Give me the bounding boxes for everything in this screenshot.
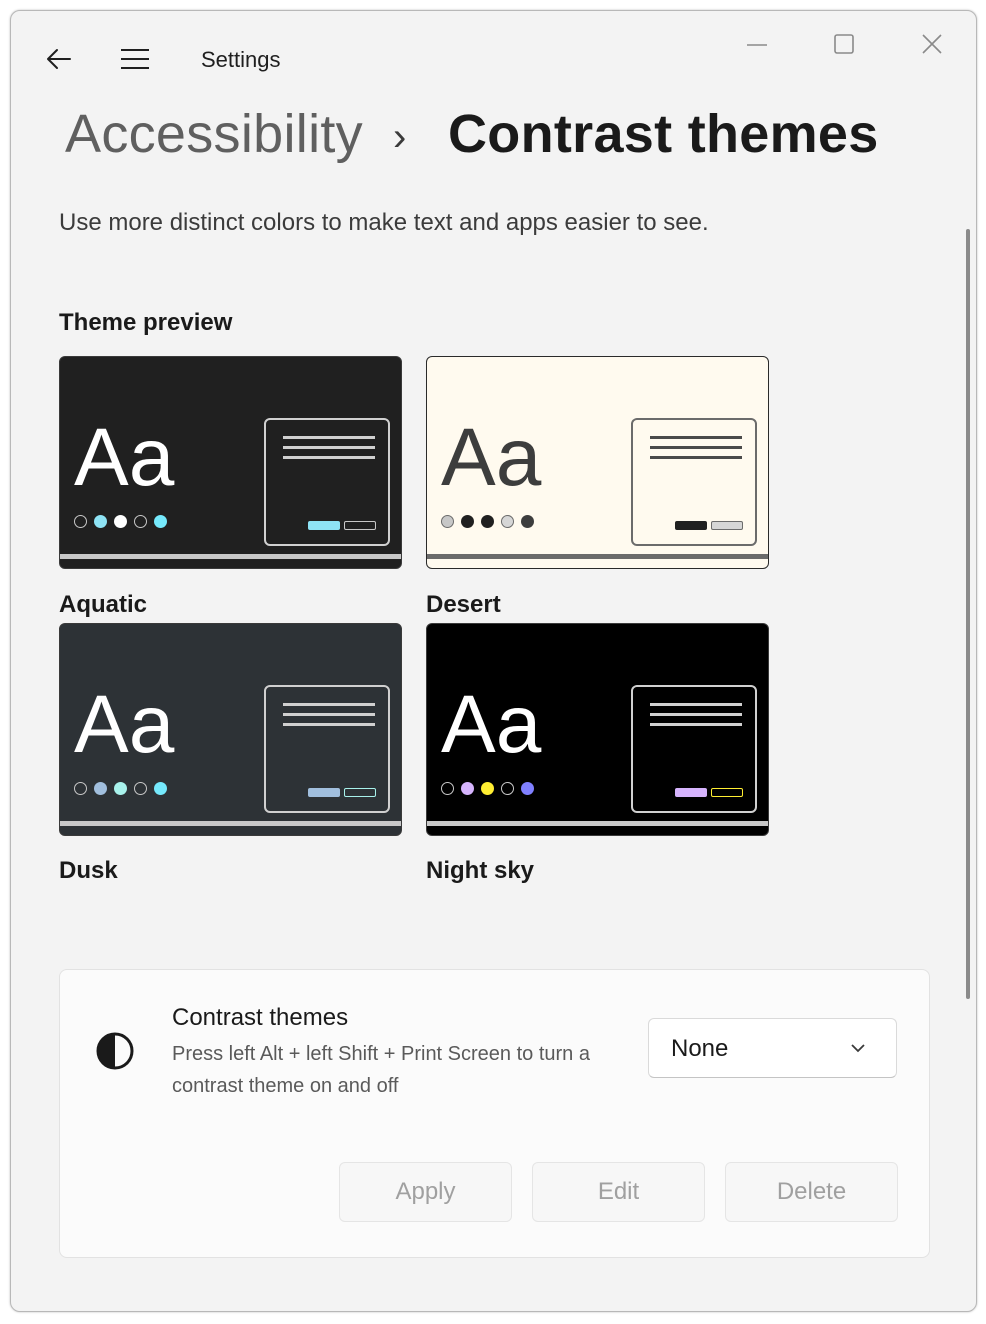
theme-color-dots — [74, 515, 167, 528]
dropdown-value: None — [671, 1035, 729, 1062]
theme-sample-text: Aa — [441, 679, 542, 770]
color-dot — [94, 782, 107, 795]
page-title: Contrast themes — [448, 104, 879, 164]
vertical-scrollbar[interactable] — [966, 229, 970, 999]
mini-window-line — [650, 713, 742, 716]
mini-primary-button — [675, 521, 707, 530]
color-dot — [461, 782, 474, 795]
mini-primary-button — [308, 788, 340, 797]
theme-color-dots — [441, 515, 534, 528]
theme-taskbar — [427, 821, 768, 826]
color-dot — [501, 515, 514, 528]
color-dot — [501, 782, 514, 795]
color-dot — [521, 515, 534, 528]
contrast-theme-dropdown[interactable]: None — [648, 1018, 897, 1078]
delete-button[interactable]: Delete — [725, 1162, 898, 1222]
mini-secondary-button — [711, 788, 743, 797]
theme-name-night-sky: Night sky — [426, 857, 535, 884]
color-dot — [154, 782, 167, 795]
color-dot — [134, 515, 147, 528]
mini-window-preview — [264, 418, 390, 546]
contrast-themes-panel: Contrast themes Press left Alt + left Sh… — [59, 969, 930, 1258]
color-dot — [461, 515, 474, 528]
setting-subtitle: Press left Alt + left Shift + Print Scre… — [172, 1043, 590, 1097]
color-dot — [114, 782, 127, 795]
apply-button[interactable]: Apply — [339, 1162, 512, 1222]
color-dot — [481, 782, 494, 795]
color-dot — [114, 515, 127, 528]
mini-window-line — [283, 456, 375, 459]
mini-window-preview — [631, 685, 757, 813]
mini-window-line — [283, 436, 375, 439]
mini-primary-button — [308, 521, 340, 530]
breadcrumb-parent[interactable]: Accessibility — [65, 103, 363, 165]
theme-color-dots — [441, 782, 534, 795]
mini-primary-button — [675, 788, 707, 797]
theme-taskbar — [60, 554, 401, 559]
theme-sample-text: Aa — [74, 679, 175, 770]
mini-window-line — [650, 703, 742, 706]
mini-window-line — [283, 703, 375, 706]
minimize-icon[interactable] — [739, 33, 775, 57]
theme-name-desert: Desert — [426, 591, 501, 618]
chevron-down-icon — [849, 1041, 867, 1059]
color-dot — [521, 782, 534, 795]
page-description: Use more distinct colors to make text an… — [59, 209, 709, 236]
theme-card-desert[interactable]: Aa — [426, 356, 769, 569]
mini-window-preview — [264, 685, 390, 813]
theme-color-dots — [74, 782, 167, 795]
color-dot — [94, 515, 107, 528]
theme-card-dusk[interactable]: Aa — [59, 623, 402, 836]
hamburger-menu-icon[interactable] — [115, 41, 155, 77]
mini-window-line — [650, 446, 742, 449]
back-arrow-icon[interactable] — [39, 41, 79, 77]
window-title: Settings — [201, 47, 281, 72]
theme-name-aquatic: Aquatic — [59, 591, 148, 618]
contrast-half-circle-icon — [94, 1030, 136, 1072]
mini-window-line — [283, 446, 375, 449]
breadcrumb-separator-icon: › — [393, 115, 407, 159]
color-dot — [134, 782, 147, 795]
mini-window-line — [650, 436, 742, 439]
mini-window-preview — [631, 418, 757, 546]
theme-preview-label: Theme preview — [59, 309, 233, 336]
mini-secondary-button — [711, 521, 743, 530]
color-dot — [74, 782, 87, 795]
maximize-icon[interactable] — [826, 29, 862, 59]
color-dot — [481, 515, 494, 528]
mini-window-line — [650, 456, 742, 459]
color-dot — [441, 515, 454, 528]
theme-card-aquatic[interactable]: Aa — [59, 356, 402, 569]
theme-sample-text: Aa — [441, 412, 542, 503]
mini-window-line — [650, 723, 742, 726]
edit-button[interactable]: Edit — [532, 1162, 705, 1222]
mini-secondary-button — [344, 788, 376, 797]
mini-window-line — [283, 723, 375, 726]
settings-window: Settings Accessibility › Contrast themes… — [10, 10, 977, 1312]
mini-secondary-button — [344, 521, 376, 530]
color-dot — [74, 515, 87, 528]
theme-taskbar — [60, 821, 401, 826]
color-dot — [154, 515, 167, 528]
theme-name-dusk: Dusk — [59, 857, 118, 884]
setting-title: Contrast themes — [172, 1004, 349, 1031]
color-dot — [441, 782, 454, 795]
theme-taskbar — [427, 554, 768, 559]
mini-window-line — [283, 713, 375, 716]
close-icon[interactable] — [914, 29, 950, 59]
theme-sample-text: Aa — [74, 412, 175, 503]
theme-card-night-sky[interactable]: Aa — [426, 623, 769, 836]
